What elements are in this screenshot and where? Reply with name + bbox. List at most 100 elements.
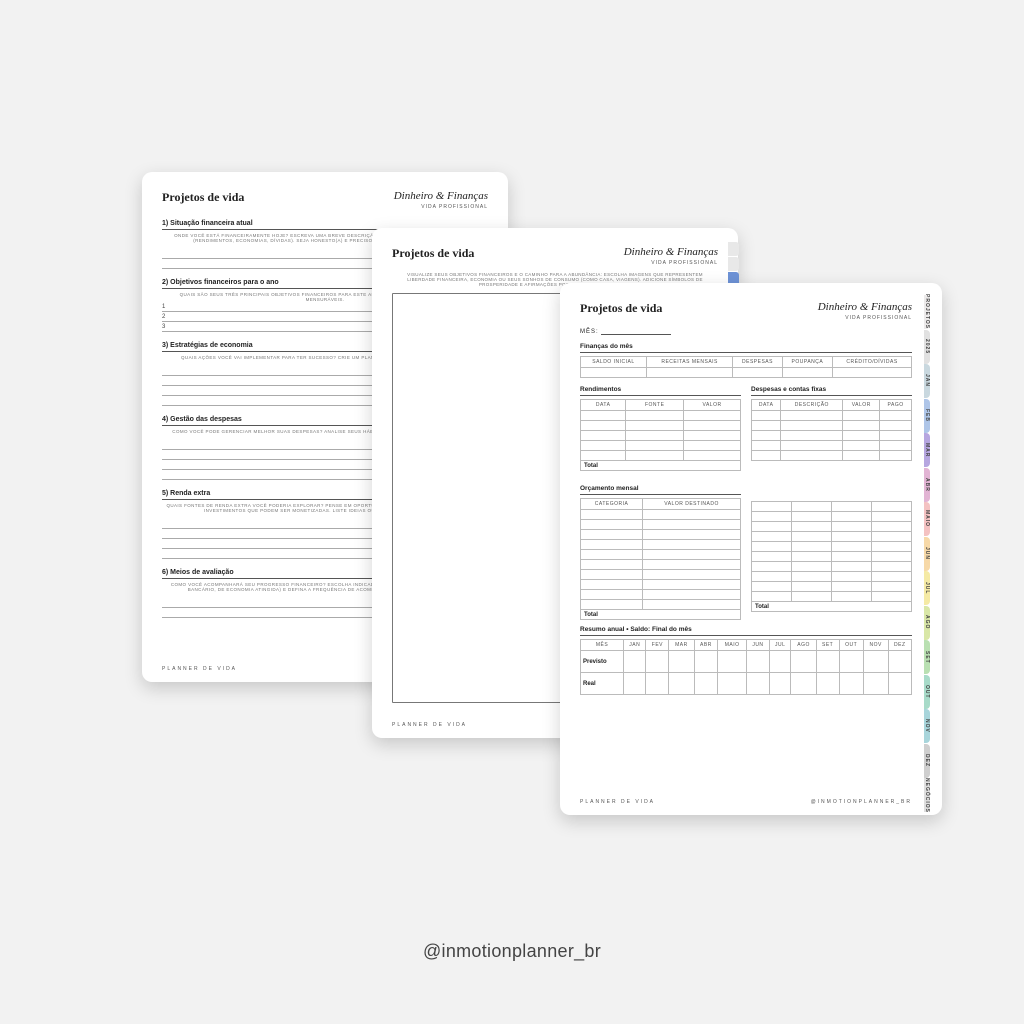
cell[interactable] <box>669 651 694 673</box>
cell[interactable] <box>843 411 880 421</box>
cell[interactable] <box>791 562 831 572</box>
cell[interactable] <box>643 520 741 530</box>
cell[interactable] <box>839 651 863 673</box>
cell[interactable] <box>643 550 741 560</box>
cell[interactable] <box>843 441 880 451</box>
cell[interactable] <box>880 431 912 441</box>
cell[interactable] <box>581 570 643 580</box>
month-tab[interactable]: DEZ <box>924 744 930 778</box>
month-field[interactable]: MÊS: <box>580 329 912 335</box>
cell[interactable] <box>769 673 791 695</box>
month-tab[interactable]: 2025 <box>924 330 930 364</box>
cell[interactable] <box>646 651 669 673</box>
cell[interactable] <box>831 512 871 522</box>
cell[interactable] <box>752 512 792 522</box>
cell[interactable] <box>626 421 684 431</box>
cell[interactable] <box>781 411 843 421</box>
cell[interactable] <box>831 562 871 572</box>
cell[interactable] <box>791 552 831 562</box>
cell[interactable] <box>781 451 843 461</box>
month-tab[interactable]: NOV <box>924 709 930 743</box>
cell[interactable] <box>791 542 831 552</box>
cell[interactable] <box>626 411 684 421</box>
side-tab[interactable] <box>728 257 739 271</box>
cell[interactable] <box>831 502 871 512</box>
month-tab[interactable]: OUT <box>924 675 930 709</box>
cell[interactable] <box>746 651 769 673</box>
cell[interactable] <box>581 421 626 431</box>
cell[interactable] <box>791 522 831 532</box>
cell[interactable] <box>718 673 747 695</box>
cell[interactable] <box>871 552 911 562</box>
cell[interactable] <box>871 512 911 522</box>
cell[interactable] <box>752 542 792 552</box>
cell[interactable] <box>843 421 880 431</box>
cell[interactable] <box>643 570 741 580</box>
month-tab[interactable]: NEGÓCIOS <box>924 778 930 812</box>
cell[interactable] <box>626 451 684 461</box>
cell[interactable] <box>791 592 831 602</box>
cell[interactable] <box>863 673 888 695</box>
cell[interactable] <box>781 421 843 431</box>
cell[interactable] <box>880 421 912 431</box>
cell[interactable] <box>831 552 871 562</box>
cell[interactable] <box>791 673 816 695</box>
rendimentos-table[interactable]: DATAFONTEVALORTotal <box>580 399 741 471</box>
cell[interactable] <box>791 512 831 522</box>
cell[interactable] <box>746 673 769 695</box>
cell[interactable] <box>831 572 871 582</box>
cell[interactable] <box>843 451 880 461</box>
cell[interactable] <box>581 441 626 451</box>
cell[interactable] <box>718 651 747 673</box>
cell[interactable] <box>643 590 741 600</box>
orcamento-table[interactable]: CATEGORIAVALOR DESTINADOTotal <box>580 498 741 620</box>
cell[interactable] <box>752 592 792 602</box>
cell[interactable] <box>752 522 792 532</box>
cell[interactable] <box>831 592 871 602</box>
cell[interactable] <box>733 368 782 378</box>
cell[interactable] <box>643 540 741 550</box>
cell[interactable] <box>752 451 781 461</box>
cell[interactable] <box>871 502 911 512</box>
cell[interactable] <box>888 673 911 695</box>
cell[interactable] <box>581 590 643 600</box>
month-tab[interactable]: MAR <box>924 433 930 467</box>
cell[interactable] <box>694 651 718 673</box>
side-tab[interactable] <box>728 242 739 256</box>
cell[interactable] <box>669 673 694 695</box>
cell[interactable] <box>871 572 911 582</box>
cell[interactable] <box>643 510 741 520</box>
month-tab[interactable]: MAIO <box>924 502 930 536</box>
cell[interactable] <box>643 560 741 570</box>
month-tab[interactable]: FEB <box>924 399 930 433</box>
cell[interactable] <box>623 651 645 673</box>
cell[interactable] <box>871 592 911 602</box>
cell[interactable] <box>791 582 831 592</box>
cell[interactable] <box>871 522 911 532</box>
cell[interactable] <box>782 368 832 378</box>
month-tab[interactable]: PROJETOS <box>924 295 930 329</box>
cell[interactable] <box>581 510 643 520</box>
cell[interactable] <box>626 441 684 451</box>
month-tab[interactable]: AGO <box>924 606 930 640</box>
cell[interactable] <box>752 431 781 441</box>
cell[interactable] <box>581 580 643 590</box>
cell[interactable] <box>880 441 912 451</box>
cell[interactable] <box>581 431 626 441</box>
cell[interactable] <box>831 542 871 552</box>
cell[interactable] <box>781 441 843 451</box>
cell[interactable] <box>643 530 741 540</box>
cell[interactable] <box>871 582 911 592</box>
month-tab[interactable]: JAN <box>924 364 930 398</box>
cell[interactable] <box>863 651 888 673</box>
despesas-table[interactable]: DATADESCRIÇÃOVALORPAGO <box>751 399 912 461</box>
financas-table[interactable]: SALDO INICIALRECEITAS MENSAISDESPESASPOU… <box>580 356 912 378</box>
cell[interactable] <box>684 451 741 461</box>
cell[interactable] <box>623 673 645 695</box>
cell[interactable] <box>769 651 791 673</box>
month-tab[interactable]: SET <box>924 640 930 674</box>
cell[interactable] <box>752 441 781 451</box>
cell[interactable] <box>833 368 912 378</box>
cell[interactable] <box>643 600 741 610</box>
cell[interactable] <box>871 562 911 572</box>
